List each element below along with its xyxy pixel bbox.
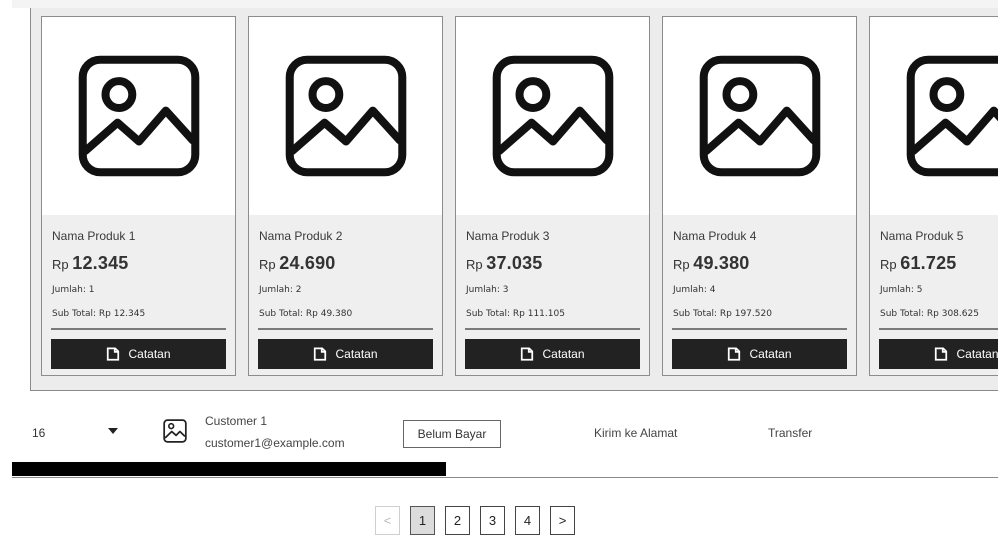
price-value: 37.035 [486, 253, 543, 273]
customer-name: Customer 1 [205, 414, 268, 428]
image-placeholder-icon [906, 55, 998, 177]
note-icon [935, 347, 948, 361]
table-row[interactable]: 16 Customer 1 customer1@example.com Belu… [12, 404, 998, 462]
currency-label: Rp [466, 257, 483, 272]
note-button[interactable]: Catatan [258, 339, 433, 369]
pagination-page-3[interactable]: 3 [480, 506, 505, 535]
product-price: Rp 37.035 [466, 253, 543, 274]
image-placeholder-icon [492, 55, 613, 177]
product-quantity: Jumlah: 5 [880, 285, 923, 295]
pagination-next-button[interactable]: > [550, 506, 575, 535]
note-button[interactable]: Catatan [51, 339, 226, 369]
product-name: Nama Produk 3 [466, 229, 550, 243]
note-button-label: Catatan [335, 347, 378, 361]
product-image [42, 17, 235, 215]
horizontal-scrollbar[interactable] [12, 462, 998, 478]
price-value: 24.690 [279, 253, 336, 273]
product-price: Rp 49.380 [673, 253, 750, 274]
divider [51, 328, 226, 330]
product-quantity: Jumlah: 1 [52, 285, 95, 295]
currency-label: Rp [259, 257, 276, 272]
product-quantity: Jumlah: 2 [259, 285, 302, 295]
product-card: Nama Produk 5 Rp 61.725 Jumlah: 5 Sub Total… [869, 16, 998, 376]
product-quantity: Jumlah: 4 [673, 285, 716, 295]
image-placeholder-icon [285, 55, 406, 177]
product-name: Nama Produk 2 [259, 229, 343, 243]
price-value: 61.725 [900, 253, 957, 273]
divider [258, 328, 433, 330]
pagination-page-1[interactable]: 1 [410, 506, 435, 535]
caret-down-icon[interactable] [108, 428, 118, 434]
note-button[interactable]: Catatan [465, 339, 640, 369]
product-subtotal: Sub Total: Rp 12.345 [52, 309, 146, 319]
pagination-page-2[interactable]: 2 [445, 506, 470, 535]
pagination: < 1 2 3 4 > [375, 506, 575, 535]
shipping-method: Kirim ke Alamat [594, 426, 678, 440]
payment-method: Transfer [768, 426, 813, 440]
image-placeholder-icon [78, 55, 199, 177]
note-button-label: Catatan [128, 347, 171, 361]
top-strip [12, 0, 998, 8]
note-icon [107, 347, 120, 361]
customer-email: customer1@example.com [205, 436, 345, 450]
image-placeholder-icon [699, 55, 820, 177]
product-card-list: Nama Produk 1 Rp 12.345 Jumlah: 1 Sub Total… [41, 16, 998, 376]
product-image [870, 17, 998, 215]
product-card: Nama Produk 3 Rp 37.035 Jumlah: 3 Sub Total… [455, 16, 650, 376]
note-button-label: Catatan [956, 347, 998, 361]
currency-label: Rp [880, 257, 897, 272]
scrollbar-thumb[interactable] [12, 462, 446, 476]
order-number: 16 [32, 426, 46, 440]
order-detail-panel: Nama Produk 1 Rp 12.345 Jumlah: 1 Sub Total… [30, 8, 998, 391]
note-icon [314, 347, 327, 361]
product-image [249, 17, 442, 215]
currency-label: Rp [52, 257, 69, 272]
customer-avatar-icon [163, 419, 187, 443]
product-name: Nama Produk 4 [673, 229, 757, 243]
divider [465, 328, 640, 330]
product-subtotal: Sub Total: Rp 49.380 [259, 309, 353, 319]
product-subtotal: Sub Total: Rp 111.105 [466, 309, 565, 319]
product-quantity: Jumlah: 3 [466, 285, 509, 295]
currency-label: Rp [673, 257, 690, 272]
note-button-label: Catatan [542, 347, 585, 361]
payment-status-badge: Belum Bayar [403, 420, 501, 448]
product-card: Nama Produk 2 Rp 24.690 Jumlah: 2 Sub Total… [248, 16, 443, 376]
note-icon [521, 347, 534, 361]
note-button[interactable]: Catatan [672, 339, 847, 369]
product-name: Nama Produk 1 [52, 229, 136, 243]
product-subtotal: Sub Total: Rp 197.520 [673, 309, 772, 319]
price-value: 12.345 [72, 253, 129, 273]
product-card: Nama Produk 4 Rp 49.380 Jumlah: 4 Sub Total… [662, 16, 857, 376]
product-subtotal: Sub Total: Rp 308.625 [880, 309, 979, 319]
product-image [663, 17, 856, 215]
pagination-page-4[interactable]: 4 [515, 506, 540, 535]
pagination-prev-button[interactable]: < [375, 506, 400, 535]
divider [879, 328, 998, 330]
product-name: Nama Produk 5 [880, 229, 964, 243]
note-button[interactable]: Catatan [879, 339, 998, 369]
product-card: Nama Produk 1 Rp 12.345 Jumlah: 1 Sub Total… [41, 16, 236, 376]
note-button-label: Catatan [749, 347, 792, 361]
note-icon [728, 347, 741, 361]
price-value: 49.380 [693, 253, 750, 273]
product-price: Rp 61.725 [880, 253, 957, 274]
product-price: Rp 12.345 [52, 253, 129, 274]
product-price: Rp 24.690 [259, 253, 336, 274]
product-image [456, 17, 649, 215]
divider [672, 328, 847, 330]
